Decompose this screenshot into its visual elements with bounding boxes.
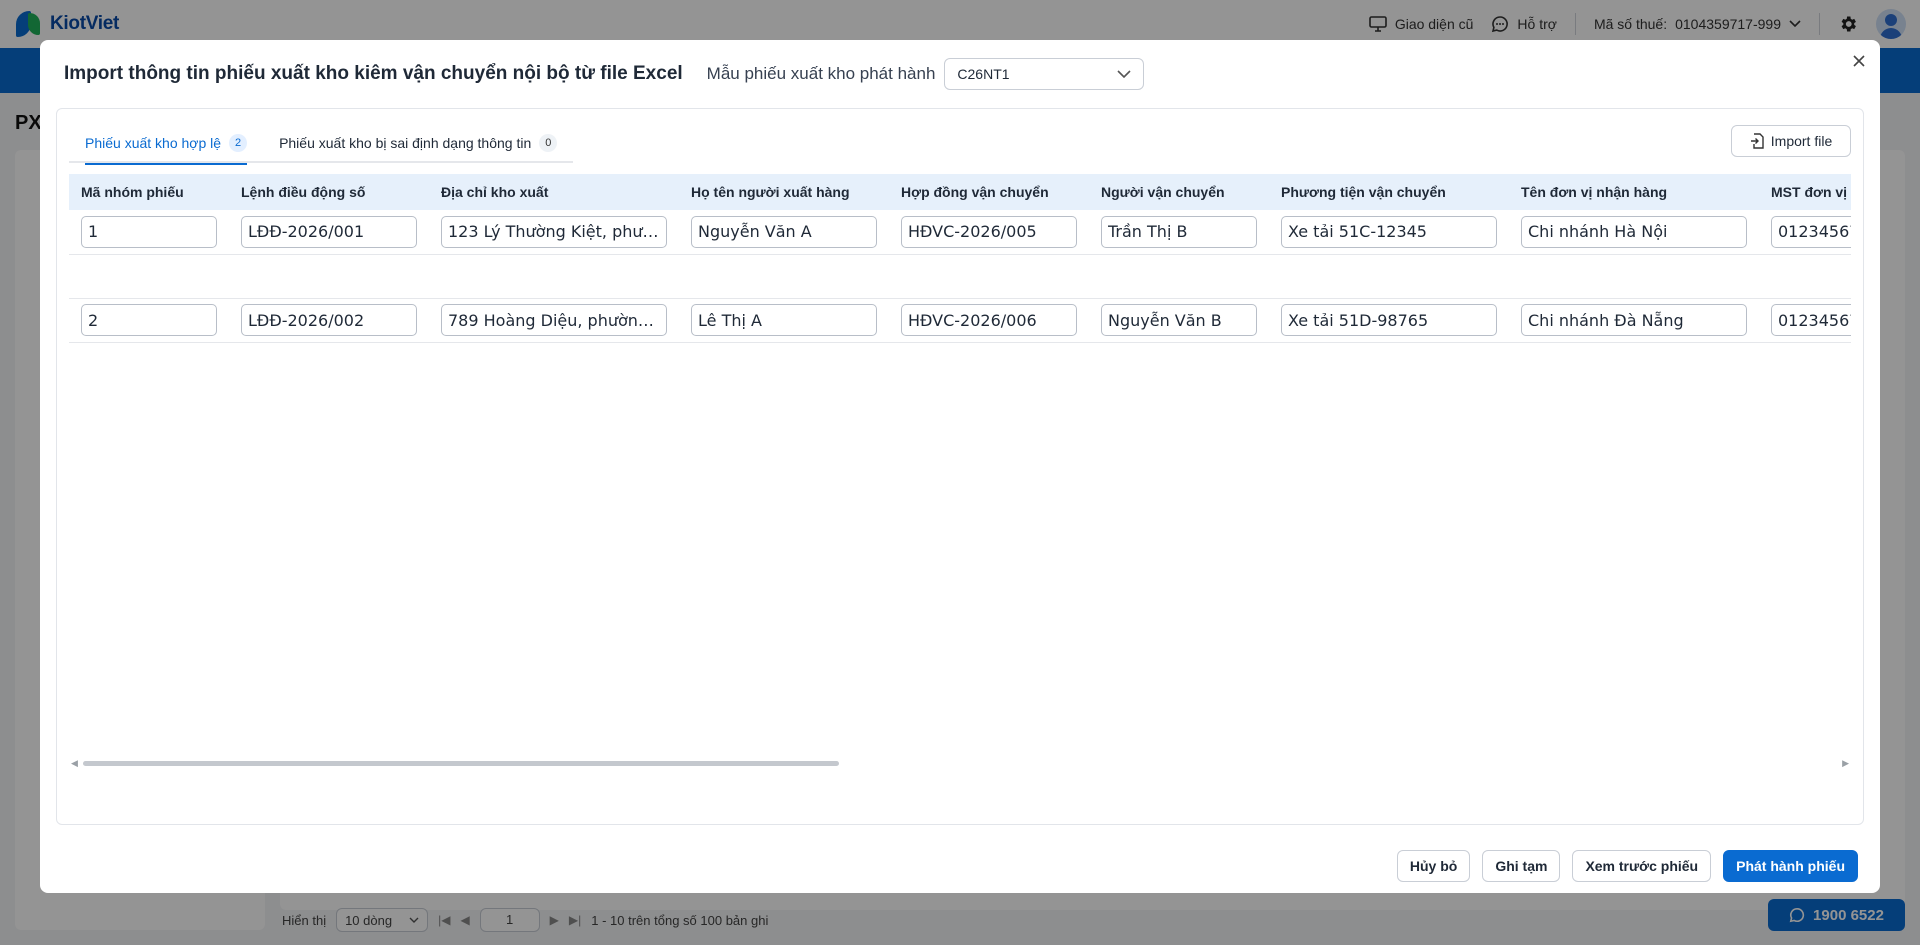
- vehicle-input[interactable]: Xe tải 51C-12345: [1281, 215, 1497, 248]
- tab-label: Phiếu xuất kho bị sai định dạng thông ti…: [279, 135, 532, 151]
- import-file-label: Import file: [1770, 133, 1833, 149]
- column-header: Phương tiện vận chuyển: [1269, 174, 1509, 210]
- group-code-input[interactable]: 1: [81, 215, 217, 248]
- receiver-unit-input[interactable]: Chi nhánh Đà Nẵng: [1521, 304, 1747, 336]
- group-code-input[interactable]: 2: [81, 304, 217, 336]
- tab-invalid[interactable]: Phiếu xuất kho bị sai định dạng thông ti…: [263, 123, 573, 163]
- modal-footer: Hủy bỏ Ghi tạm Xem trước phiếu Phát hành…: [1396, 850, 1858, 882]
- tab-count-badge: 0: [539, 134, 558, 152]
- chevron-down-icon: [1117, 70, 1131, 78]
- receiver-unit-input[interactable]: Chi nhánh Hà Nội: [1521, 215, 1747, 248]
- transporter-input[interactable]: Trần Thị B: [1101, 215, 1257, 248]
- tab-bar: Phiếu xuất kho hợp lệ 2 Phiếu xuất kho b…: [69, 123, 574, 165]
- modal-header: Import thông tin phiếu xuất kho kiêm vận…: [64, 54, 1856, 94]
- modal-title: Import thông tin phiếu xuất kho kiêm vận…: [64, 63, 683, 84]
- cell-value: Nguyễn Văn A: [698, 222, 812, 242]
- column-header: Họ tên người xuất hàng: [679, 174, 889, 210]
- template-label: Mẫu phiếu xuất kho phát hành: [706, 64, 936, 83]
- tab-label: Phiếu xuất kho hợp lệ: [85, 135, 222, 151]
- import-modal: Import thông tin phiếu xuất kho kiêm vận…: [40, 40, 1880, 893]
- cell-value: 123 Lý Thường Kiệt, phường 7: [448, 222, 660, 242]
- preview-button[interactable]: Xem trước phiếu: [1572, 850, 1712, 882]
- cell-value: 1: [88, 222, 99, 242]
- scroll-left-icon[interactable]: ◀: [71, 758, 78, 769]
- column-header: Tên đơn vị nhận hàng: [1509, 174, 1759, 210]
- cell-value: HĐVC-2026/005: [908, 222, 1037, 242]
- close-icon: [1853, 55, 1865, 67]
- cell-value: LĐĐ-2026/002: [248, 310, 365, 330]
- cell-value: Lê Thị A: [698, 310, 762, 330]
- warehouse-address-input[interactable]: 789 Hoàng Diệu, phường 4: [441, 304, 667, 336]
- cell-value: 789 Hoàng Diệu, phường 4: [448, 310, 660, 330]
- column-header: Hợp đồng vận chuyển: [889, 174, 1089, 210]
- transporter-input[interactable]: Nguyễn Văn B: [1101, 304, 1257, 336]
- import-table: Mã nhóm phiếu Lệnh điều động số Địa chỉ …: [69, 174, 1851, 343]
- cell-value: 2: [88, 310, 99, 330]
- import-panel: Phiếu xuất kho hợp lệ 2 Phiếu xuất kho b…: [56, 108, 1864, 825]
- column-header: Người vận chuyển: [1089, 174, 1269, 210]
- cell-value: Chi nhánh Hà Nội: [1528, 222, 1668, 242]
- cell-value: 0123456789: [1778, 222, 1851, 242]
- import-file-button[interactable]: Import file: [1731, 125, 1851, 157]
- table-row: 2 LĐĐ-2026/002 789 Hoàng Diệu, phường 4 …: [69, 298, 1851, 343]
- cell-value: Trần Thị B: [1108, 222, 1188, 242]
- template-select[interactable]: C26NT1: [944, 58, 1145, 90]
- cell-value: HĐVC-2026/006: [908, 310, 1037, 330]
- table-row-spacer: [69, 254, 1851, 299]
- publish-button[interactable]: Phát hành phiếu: [1723, 850, 1858, 882]
- dispatch-order-input[interactable]: LĐĐ-2026/001: [241, 215, 417, 248]
- cell-value: 0123456789: [1778, 310, 1851, 330]
- scrollbar-thumb[interactable]: [83, 761, 839, 766]
- table-header-row: Mã nhóm phiếu Lệnh điều động số Địa chỉ …: [69, 174, 1851, 210]
- warehouse-address-input[interactable]: 123 Lý Thường Kiệt, phường 7: [441, 215, 667, 248]
- issuer-name-input[interactable]: Nguyễn Văn A: [691, 215, 877, 248]
- issuer-name-input[interactable]: Lê Thị A: [691, 304, 877, 336]
- file-import-icon: [1750, 133, 1764, 149]
- receiver-tax-code-input[interactable]: 0123456789: [1771, 304, 1851, 336]
- dispatch-order-input[interactable]: LĐĐ-2026/002: [241, 304, 417, 336]
- table-row: 1 LĐĐ-2026/001 123 Lý Thường Kiệt, phườ n…: [69, 210, 1851, 255]
- cancel-button[interactable]: Hủy bỏ: [1396, 850, 1471, 882]
- horizontal-scrollbar[interactable]: ◀ ▶: [69, 757, 1851, 769]
- column-header: Địa chỉ kho xuất: [429, 174, 679, 210]
- save-draft-button[interactable]: Ghi tạm: [1482, 850, 1561, 882]
- cell-value: Xe tải 51D-98765: [1288, 310, 1429, 330]
- import-table-container: Mã nhóm phiếu Lệnh điều động số Địa chỉ …: [69, 174, 1851, 746]
- scroll-right-icon[interactable]: ▶: [1842, 758, 1849, 769]
- transport-contract-input[interactable]: HĐVC-2026/005: [901, 215, 1077, 248]
- vehicle-input[interactable]: Xe tải 51D-98765: [1281, 304, 1497, 336]
- transport-contract-input[interactable]: HĐVC-2026/006: [901, 304, 1077, 336]
- template-value: C26NT1: [957, 66, 1010, 82]
- cell-value: LĐĐ-2026/001: [248, 222, 365, 242]
- cell-value: Xe tải 51C-12345: [1288, 222, 1427, 242]
- close-button[interactable]: [1848, 50, 1870, 72]
- receiver-tax-code-input[interactable]: 0123456789: [1771, 215, 1851, 248]
- column-header: Mã nhóm phiếu: [69, 174, 229, 210]
- column-header: MST đơn vị: [1759, 174, 1851, 210]
- tab-count-badge: 2: [229, 134, 248, 152]
- cell-value: Nguyễn Văn B: [1108, 310, 1222, 330]
- column-header: Lệnh điều động số: [229, 174, 429, 210]
- cell-value: Chi nhánh Đà Nẵng: [1528, 310, 1684, 330]
- tab-valid[interactable]: Phiếu xuất kho hợp lệ 2: [69, 123, 263, 165]
